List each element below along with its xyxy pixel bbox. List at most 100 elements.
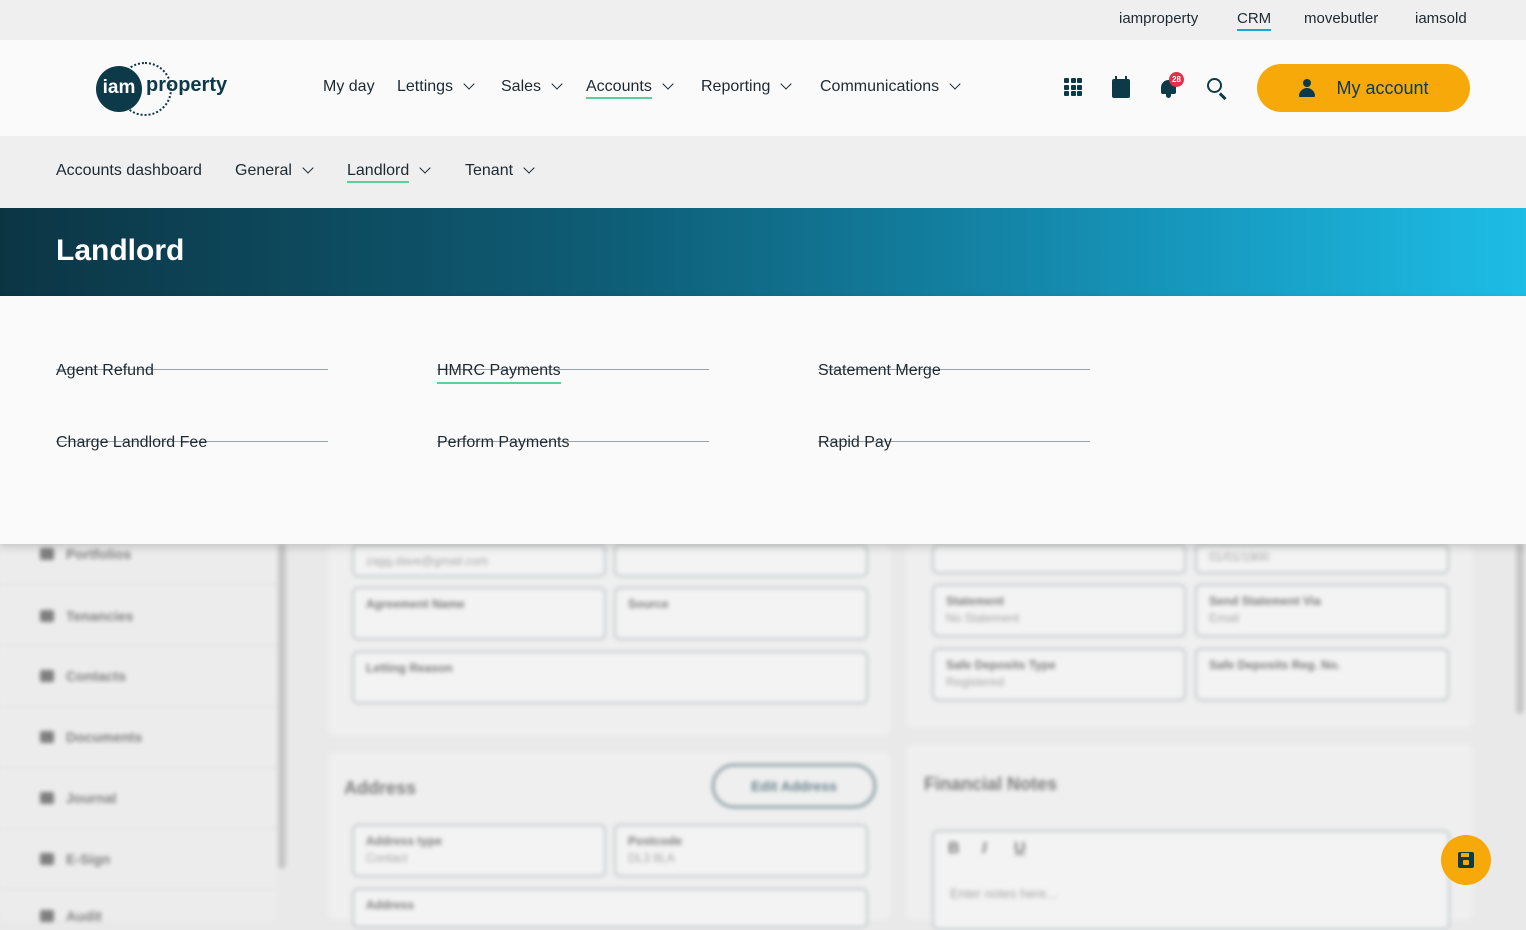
menu-link-rapid-pay[interactable]: Rapid Pay <box>818 368 1090 451</box>
journal-icon <box>40 792 54 804</box>
deposit-type-select[interactable]: Safe Deposits Type Registered <box>932 648 1186 701</box>
sidebar-scrollbar[interactable] <box>278 544 286 869</box>
chevron-down-icon <box>780 78 793 90</box>
sidebar-item-tenancies[interactable]: Tenancies <box>40 608 133 624</box>
subnav-label: Accounts dashboard <box>56 162 202 179</box>
subnav-general[interactable]: General <box>235 162 314 180</box>
chevron-down-icon <box>463 78 475 90</box>
menu-link-hmrc-payments[interactable]: HMRC Payments <box>437 296 709 384</box>
source-select[interactable]: Source <box>614 587 868 640</box>
nav-label: Lettings <box>397 78 454 95</box>
sidebar: Portfolios Tenancies Contacts Documents … <box>0 544 276 924</box>
save-button[interactable] <box>1441 835 1491 885</box>
nav-label: Sales <box>501 78 542 95</box>
chevron-down-icon <box>949 78 961 90</box>
details-card: zagg.dave@gmail.com Agreement Name Sourc… <box>328 544 891 736</box>
user-icon <box>1298 79 1316 97</box>
nav-my-day[interactable]: My day <box>323 78 375 96</box>
nav-lettings[interactable]: Lettings <box>397 78 475 96</box>
blank-field-2[interactable] <box>932 544 1186 574</box>
subnav-landlord[interactable]: Landlord <box>347 162 431 183</box>
brand-link-iamproperty[interactable]: iamproperty <box>1119 10 1198 27</box>
send-statement-via-select[interactable]: Send Statement Via Email <box>1195 584 1449 637</box>
nav-communications[interactable]: Communications <box>820 78 961 96</box>
agreement-name-field[interactable]: Agreement Name <box>352 587 606 640</box>
financial-notes-card: Financial Notes B I U Enter notes here..… <box>906 744 1473 930</box>
email-field[interactable]: zagg.dave@gmail.com <box>352 544 606 577</box>
nav-accounts[interactable]: Accounts <box>586 78 674 99</box>
menu-link-statement-merge[interactable]: Statement Merge <box>818 296 1090 379</box>
subnav-label: Landlord <box>347 162 410 183</box>
notifications-bell-icon[interactable]: 28 <box>1159 72 1184 98</box>
menu-link-agent-refund[interactable]: Agent Refund <box>56 296 328 379</box>
sidebar-label: E-Sign <box>66 851 111 867</box>
audit-icon <box>40 910 54 922</box>
sidebar-item-esign[interactable]: E-Sign <box>40 851 110 867</box>
sidebar-label: Audit <box>66 908 102 924</box>
address-title: Address <box>344 778 417 798</box>
sidebar-item-contacts[interactable]: Contacts <box>40 668 126 684</box>
statement-select[interactable]: Statement No Statement <box>932 584 1186 637</box>
sidebar-label: Journal <box>66 790 117 806</box>
calendar-icon[interactable] <box>1112 76 1130 98</box>
signature-icon <box>40 853 54 865</box>
sidebar-item-documents[interactable]: Documents <box>40 729 142 745</box>
sidebar-label: Portfolios <box>66 546 132 562</box>
background-page: Portfolios Tenancies Contacts Documents … <box>0 544 1526 930</box>
notes-placeholder: Enter notes here... <box>950 886 1057 901</box>
subnav-label: Tenant <box>465 162 514 179</box>
menu-link-label: Perform Payments <box>437 434 570 451</box>
sidebar-item-audit[interactable]: Audit <box>40 908 102 924</box>
chevron-down-icon <box>302 162 314 174</box>
menu-link-label: Charge Landlord Fee <box>56 434 208 451</box>
nav-label: My day <box>323 78 375 95</box>
address-card: Address Edit Address Address type Contact… <box>328 752 891 928</box>
nav-sales[interactable]: Sales <box>501 78 563 96</box>
subnav-tenant[interactable]: Tenant <box>465 162 535 180</box>
notification-count-badge: 28 <box>1169 72 1184 87</box>
subnav-accounts-dashboard[interactable]: Accounts dashboard <box>56 162 202 180</box>
banner-title: Landlord <box>56 234 185 267</box>
apps-grid-icon[interactable] <box>1064 78 1082 96</box>
sidebar-item-portfolios[interactable]: Portfolios <box>40 546 131 562</box>
accounts-sub-nav: Accounts dashboard General Landlord Tena… <box>0 136 1526 208</box>
statement-card: 01/01/1900 Statement No Statement Send St… <box>906 544 1473 728</box>
landlord-menu-panel: Agent Refund HMRC Payments Statement Mer… <box>0 296 1526 544</box>
folder-icon <box>40 731 54 743</box>
brand-link-movebutler[interactable]: movebutler <box>1304 10 1378 27</box>
portfolios-icon <box>40 548 54 560</box>
blank-field[interactable] <box>614 544 868 577</box>
save-icon <box>1458 852 1474 868</box>
nav-label: Reporting <box>701 78 771 95</box>
contacts-icon <box>40 670 54 682</box>
address-type-select[interactable]: Address type Contact <box>352 824 606 877</box>
sidebar-item-journal[interactable]: Journal <box>40 790 117 806</box>
my-account-label: My account <box>1336 77 1429 98</box>
my-account-button[interactable]: My account <box>1257 64 1470 112</box>
nav-label: Communications <box>820 78 940 95</box>
brand-link-crm[interactable]: CRM <box>1237 10 1272 31</box>
date-field[interactable]: 01/01/1900 <box>1195 544 1449 574</box>
page-scrollbar[interactable] <box>1516 544 1524 714</box>
menu-link-perform-payments[interactable]: Perform Payments <box>437 368 709 451</box>
brand-bar: iamproperty CRM movebutler iamsold <box>0 0 1526 40</box>
underline-button: U <box>1014 840 1026 857</box>
sidebar-label: Tenancies <box>66 608 134 624</box>
letting-reason-field[interactable]: Letting Reason <box>352 651 868 704</box>
subnav-label: General <box>235 162 292 179</box>
shield-icon <box>40 610 54 622</box>
bold-button: B <box>948 840 960 857</box>
chevron-down-icon <box>662 78 674 90</box>
search-icon[interactable] <box>1207 78 1229 100</box>
brand-link-iamsold[interactable]: iamsold <box>1415 10 1467 27</box>
italic-button: I <box>982 840 987 857</box>
notes-editor[interactable]: B I U Enter notes here... <box>932 830 1450 930</box>
nav-reporting[interactable]: Reporting <box>701 78 793 96</box>
menu-link-charge-landlord-fee[interactable]: Charge Landlord Fee <box>56 368 328 451</box>
edit-address-button[interactable]: Edit Address <box>712 764 876 808</box>
logo-word: property <box>146 74 228 96</box>
deposit-reg-field[interactable]: Safe Deposits Reg. No. <box>1195 648 1449 701</box>
address-field[interactable]: Address <box>352 888 868 928</box>
nav-label: Accounts <box>586 78 652 99</box>
postcode-field[interactable]: Postcode DL3 8LA <box>614 824 868 877</box>
